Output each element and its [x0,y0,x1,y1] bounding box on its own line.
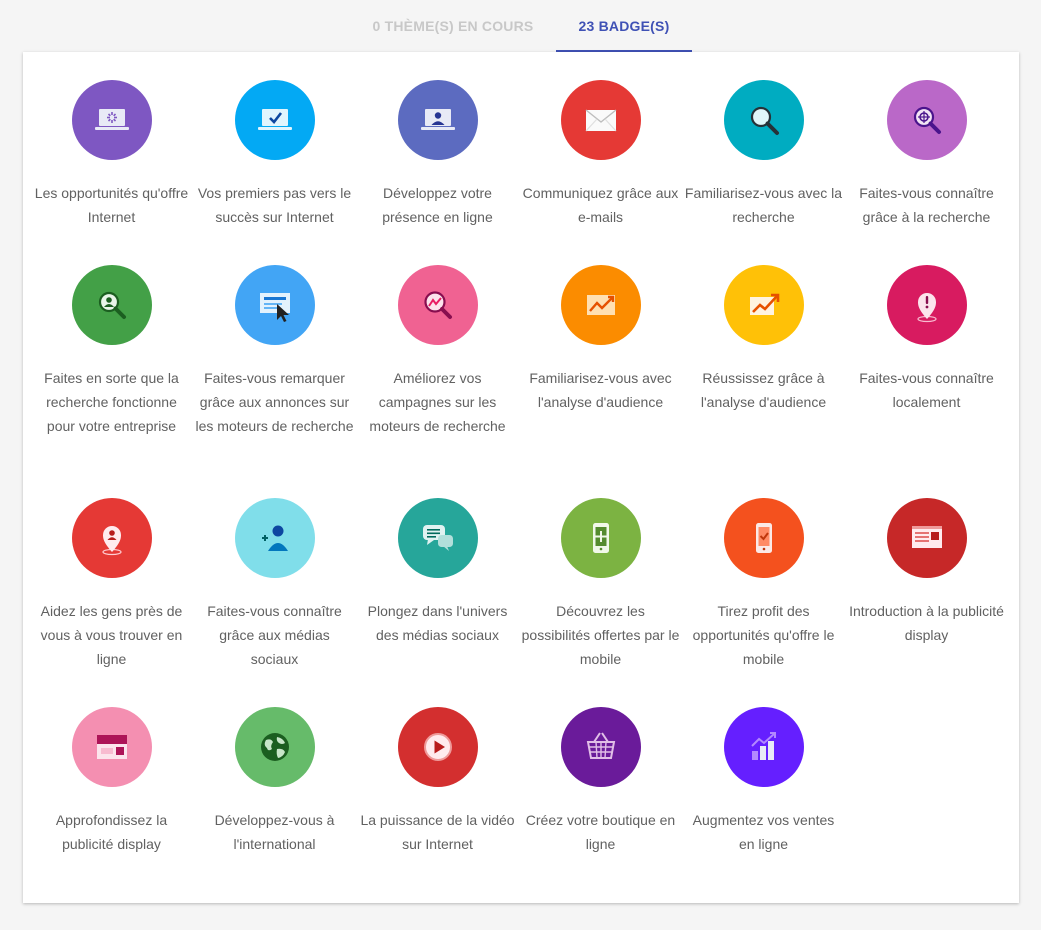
badge-label: Découvrez les possibilités offertes par … [521,603,680,667]
badge-label: Familiarisez-vous avec la recherche [684,185,843,225]
badge-label: Aidez les gens près de vous à vous trouv… [40,603,183,667]
magnifier-target-icon [913,106,941,134]
badge-label: Créez votre boutique en ligne [525,812,676,852]
badge-item[interactable]: Faites-vous remarquer grâce aux annonces… [193,265,356,438]
badge-circle [886,498,967,578]
badge-item[interactable]: Plongez dans l'univers des médias sociau… [356,498,519,647]
display-banner-icon [96,735,127,759]
badge-label: Les opportunités qu'offre Internet [34,185,189,225]
badge-circle [397,265,478,345]
badge-item[interactable]: Familiarisez-vous avec la recherche [682,80,845,229]
globe-icon [260,733,289,761]
envelope-icon [585,109,616,132]
badge-item[interactable]: Faites-vous connaître localement [845,265,1008,414]
map-pin-alert-icon [916,293,937,323]
badge-item[interactable]: Introduction à la publicité display [845,498,1008,647]
badge-label: Faites-vous connaître localement [859,370,994,410]
badge-item[interactable]: Réussissez grâce à l'analyse d'audience [682,265,845,414]
badge-item[interactable]: Créez votre boutique en ligne [519,707,682,856]
badge-circle [560,265,641,345]
badge-label: Augmentez vos ventes en ligne [692,812,835,852]
mobile-check-icon [755,523,772,553]
badge-item[interactable]: Faites-vous connaître grâce aux médias s… [193,498,356,671]
badge-label: Développez votre présence en ligne [382,185,493,225]
badge-item[interactable]: La puissance de la vidéo sur Internet [356,707,519,856]
magnifier-icon [750,106,779,135]
badge-item[interactable]: Améliorez vos campagnes sur les moteurs … [356,265,519,438]
badge-label: Améliorez vos campagnes sur les moteurs … [369,370,506,434]
badge-label: Vos premiers pas vers le succès sur Inte… [197,185,352,225]
magnifier-user-icon [98,291,126,319]
badge-item[interactable]: Découvrez les possibilités offertes par … [519,498,682,671]
badge-label: Faites-vous connaître grâce aux médias s… [207,603,342,667]
badge-item[interactable]: Augmentez vos ventes en ligne [682,707,845,856]
laptop-check-icon [257,109,292,130]
badge-label: La puissance de la vidéo sur Internet [360,812,515,852]
badge-label: Réussissez grâce à l'analyse d'audience [700,370,827,410]
tab-badges[interactable]: 23 BADGE(S) [556,0,692,52]
trend-up-icon [749,293,779,315]
badge-label: Plongez dans l'univers des médias sociau… [367,603,508,643]
badge-item[interactable]: Développez-vous à l'international [193,707,356,856]
badge-item[interactable]: Vos premiers pas vers le succès sur Inte… [193,80,356,229]
badge-label: Faites-vous remarquer grâce aux annonces… [195,370,354,434]
tab-in-progress[interactable]: 0 THÈME(S) EN COURS [356,0,550,52]
badge-circle [234,707,315,787]
mobile-plus-icon [592,523,609,553]
badge-grid: Les opportunités qu'offre Internet Vos pr… [23,52,1019,903]
badge-label: Introduction à la publicité display [849,603,1004,643]
badge-circle [723,707,804,787]
display-ad-icon [911,526,942,548]
badge-item[interactable]: Les opportunités qu'offre Internet [30,80,193,229]
badge-item[interactable]: Aidez les gens près de vous à vous trouv… [30,498,193,671]
badge-circle [397,80,478,160]
badge-label: Faites-vous connaître grâce à la recherc… [859,185,994,225]
play-icon [423,733,452,761]
badge-item[interactable]: Faites-vous connaître grâce à la recherc… [845,80,1008,229]
badge-item[interactable]: Tirez profit des opportunités qu'offre l… [682,498,845,671]
chat-bubbles-icon [422,525,453,551]
badge-circle [234,265,315,345]
badge-circle [71,265,152,345]
badge-circle [71,707,152,787]
badge-item[interactable]: Développez votre présence en ligne [356,80,519,229]
badge-circle [397,498,478,578]
badge-circle [886,265,967,345]
badge-item[interactable]: Communiquez grâce aux e-mails [519,80,682,229]
trend-chart-icon [586,295,615,315]
badge-circle [560,80,641,160]
badge-circle [234,498,315,578]
add-user-icon [261,525,288,551]
badge-circle [234,80,315,160]
badge-circle [560,498,641,578]
ad-cursor-icon [259,293,290,322]
tab-bar: 0 THÈME(S) EN COURS 23 BADGE(S) [0,0,1041,52]
badge-circle [71,80,152,160]
badge-circle [723,265,804,345]
magnifier-trend-icon [423,291,452,319]
badge-label: Approfondissez la publicité display [55,812,168,852]
badge-circle [397,707,478,787]
badge-label: Tirez profit des opportunités qu'offre l… [692,603,835,667]
badge-circle [886,80,967,160]
badge-item[interactable]: Faites en sorte que la recherche fonctio… [30,265,193,438]
badge-label: Familiarisez-vous avec l'analyse d'audie… [529,370,672,410]
sales-growth-icon [750,732,776,760]
badge-circle [723,498,804,578]
laptop-user-icon [420,109,455,130]
laptop-loading-icon [94,109,129,130]
badge-circle [71,498,152,578]
badge-label: Développez-vous à l'international [214,812,335,852]
badge-label: Communiquez grâce aux e-mails [522,185,679,225]
shopping-basket-icon [586,732,615,759]
badge-item[interactable]: Approfondissez la publicité display [30,707,193,856]
badge-label: Faites en sorte que la recherche fonctio… [44,370,179,434]
badge-circle [560,707,641,787]
map-pin-user-icon [101,526,122,556]
badge-item[interactable]: Familiarisez-vous avec l'analyse d'audie… [519,265,682,414]
badge-circle [723,80,804,160]
